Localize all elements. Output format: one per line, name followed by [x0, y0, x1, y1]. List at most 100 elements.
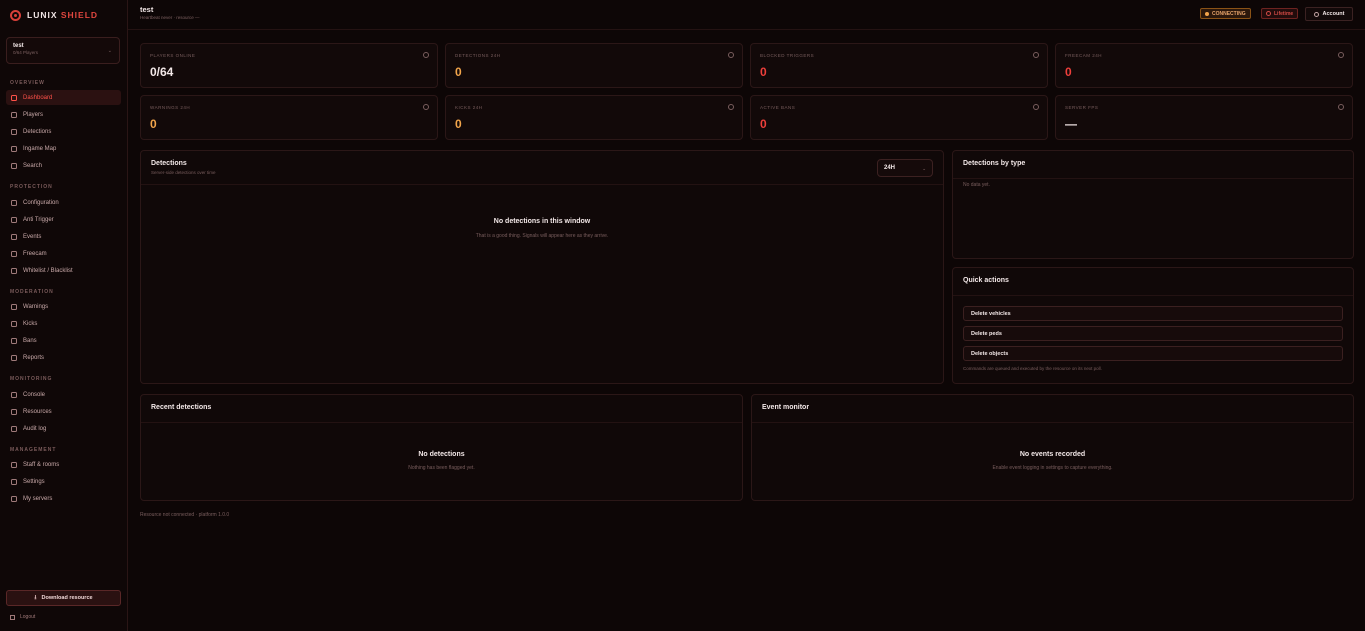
events-empty-title: No events recorded — [1019, 451, 1086, 458]
sidebar-item-detections[interactable]: Detections — [6, 124, 121, 139]
ban-icon — [11, 337, 17, 344]
nav-section-overview: OVERVIEW — [10, 80, 45, 86]
brand-name: LUNIX SHIELD — [27, 10, 99, 20]
nav-section-moderation: MODERATION — [10, 289, 54, 295]
document-icon — [11, 425, 17, 432]
detections-by-type-panel: Detections by type No data yet. — [952, 150, 1354, 259]
sidebar-item-warnings[interactable]: Warnings — [6, 299, 121, 314]
user-icon — [1313, 11, 1319, 17]
users-icon — [11, 111, 17, 118]
server-sub: 0/64 Players — [13, 50, 39, 55]
connection-status-badge: CONNECTING — [1200, 8, 1251, 19]
quick-actions-note: Commands are queued and executed by the … — [963, 366, 1102, 371]
page-subtitle: Heartbeat never · resource — — [140, 15, 200, 20]
detections-panel: Detections Server-side detections over t… — [140, 150, 944, 384]
sidebar-item-search[interactable]: Search — [6, 158, 121, 173]
nav-section-monitoring: MONITORING — [10, 376, 53, 382]
radar-icon — [11, 128, 17, 135]
sidebar-item-settings[interactable]: Settings — [6, 474, 121, 489]
list-icon — [11, 267, 17, 274]
delete-vehicles-button[interactable]: Delete vehicles — [963, 306, 1343, 321]
chevron-down-icon: ⌄ — [107, 48, 112, 54]
sidebar-item-whitelist-blacklist[interactable]: Whitelist / Blacklist — [6, 263, 121, 278]
camera-icon — [11, 250, 17, 257]
stat-card-detections-24h: DETECTIONS 24H 0 — [445, 43, 743, 88]
search-icon — [11, 162, 17, 169]
logout-link[interactable]: Logout — [10, 614, 35, 620]
ban-icon — [1033, 104, 1039, 110]
stat-card-kicks-24h: KICKS 24H 0 — [445, 95, 743, 140]
events-empty-sub: Enable event logging in settings to capt… — [992, 465, 1113, 471]
download-resource-button[interactable]: ⭳ Download resource — [6, 590, 121, 606]
sidebar-item-console[interactable]: Console — [6, 387, 121, 402]
detections-title: Detections — [151, 160, 187, 167]
kick-icon — [11, 320, 17, 327]
recent-detections-header: Recent detections — [141, 395, 742, 423]
stat-card-server-fps: SERVER FPS — — [1055, 95, 1353, 140]
gauge-icon — [1338, 104, 1344, 110]
bolt-icon — [1033, 52, 1039, 58]
chevron-down-icon: ⌄ — [922, 166, 926, 171]
detections-empty-sub: That is a good thing. Signals will appea… — [475, 233, 609, 239]
sidebar-item-ingame-map[interactable]: Ingame Map — [6, 141, 121, 156]
events-icon — [11, 233, 17, 240]
server-icon — [11, 495, 17, 502]
report-icon — [11, 354, 17, 361]
sidebar-item-players[interactable]: Players — [6, 107, 121, 122]
sidebar-item-resources[interactable]: Resources — [6, 404, 121, 419]
sidebar-item-kicks[interactable]: Kicks — [6, 316, 121, 331]
sidebar-item-dashboard[interactable]: Dashboard — [6, 90, 121, 105]
nav-section-protection: PROTECTION — [10, 184, 53, 190]
stat-card-active-bans: ACTIVE BANS 0 — [750, 95, 1048, 140]
page-title: test — [140, 5, 154, 14]
warning-icon — [423, 104, 429, 110]
stat-card-players-online: PLAYERS ONLINE 0/64 — [140, 43, 438, 88]
sidebar-item-reports[interactable]: Reports — [6, 350, 121, 365]
sidebar-item-configuration[interactable]: Configuration — [6, 195, 121, 210]
detections-by-type-header: Detections by type — [953, 151, 1353, 179]
nav-section-management: MANAGEMENT — [10, 447, 57, 453]
users-icon — [423, 52, 429, 58]
no-data-text: No data yet. — [963, 182, 990, 188]
brand-logo[interactable]: LUNIX SHIELD — [10, 8, 98, 22]
staff-icon — [11, 461, 17, 468]
detections-panel-header: Detections Server-side detections over t… — [141, 151, 943, 185]
sidebar: LUNIX SHIELD test 0/64 Players ⌄ OVERVIE… — [0, 0, 128, 631]
footer-status: Resource not connected · platform 1.0.0 — [140, 512, 230, 518]
sidebar-item-audit-log[interactable]: Audit log — [6, 421, 121, 436]
delete-objects-button[interactable]: Delete objects — [963, 346, 1343, 361]
settings-icon — [11, 478, 17, 485]
detections-subtitle: Server-side detections over time — [151, 170, 216, 175]
activity-icon — [11, 408, 17, 415]
range-select[interactable]: 24H ⌄ — [877, 159, 933, 177]
event-monitor-panel: Event monitor No events recorded Enable … — [751, 394, 1354, 501]
status-dot-icon — [1205, 11, 1209, 16]
terminal-icon — [11, 391, 17, 398]
sidebar-item-events[interactable]: Events — [6, 229, 121, 244]
sidebar-item-staff-rooms[interactable]: Staff & rooms — [6, 457, 121, 472]
bolt-icon — [11, 216, 17, 223]
dashboard-icon — [11, 94, 17, 101]
stat-card-blocked-triggers: BLOCKED TRIGGERS 0 — [750, 43, 1048, 88]
quick-actions-header: Quick actions — [953, 268, 1353, 296]
app-root: LUNIX SHIELD test 0/64 Players ⌄ OVERVIE… — [0, 0, 1365, 631]
topbar: test Heartbeat never · resource — CONNEC… — [128, 0, 1365, 30]
infinity-icon — [1266, 11, 1271, 16]
sidebar-item-freecam[interactable]: Freecam — [6, 246, 121, 261]
recent-empty-title: No detections — [418, 451, 465, 458]
download-icon: ⭳ — [34, 595, 37, 601]
server-selector[interactable]: test 0/64 Players ⌄ — [6, 37, 120, 64]
account-button[interactable]: Account — [1305, 7, 1353, 21]
gear-icon — [11, 199, 17, 206]
kick-icon — [728, 104, 734, 110]
stat-card-freecam-24h: FREECAM 24H 0 — [1055, 43, 1353, 88]
camera-icon — [1338, 52, 1344, 58]
sidebar-item-anti-trigger[interactable]: Anti Trigger — [6, 212, 121, 227]
sidebar-item-bans[interactable]: Bans — [6, 333, 121, 348]
delete-peds-button[interactable]: Delete peds — [963, 326, 1343, 341]
warning-icon — [11, 303, 17, 310]
map-icon — [11, 145, 17, 152]
shield-logo-icon — [10, 9, 21, 21]
sidebar-item-my-servers[interactable]: My servers — [6, 491, 121, 506]
detections-empty-title: No detections in this window — [493, 218, 591, 225]
